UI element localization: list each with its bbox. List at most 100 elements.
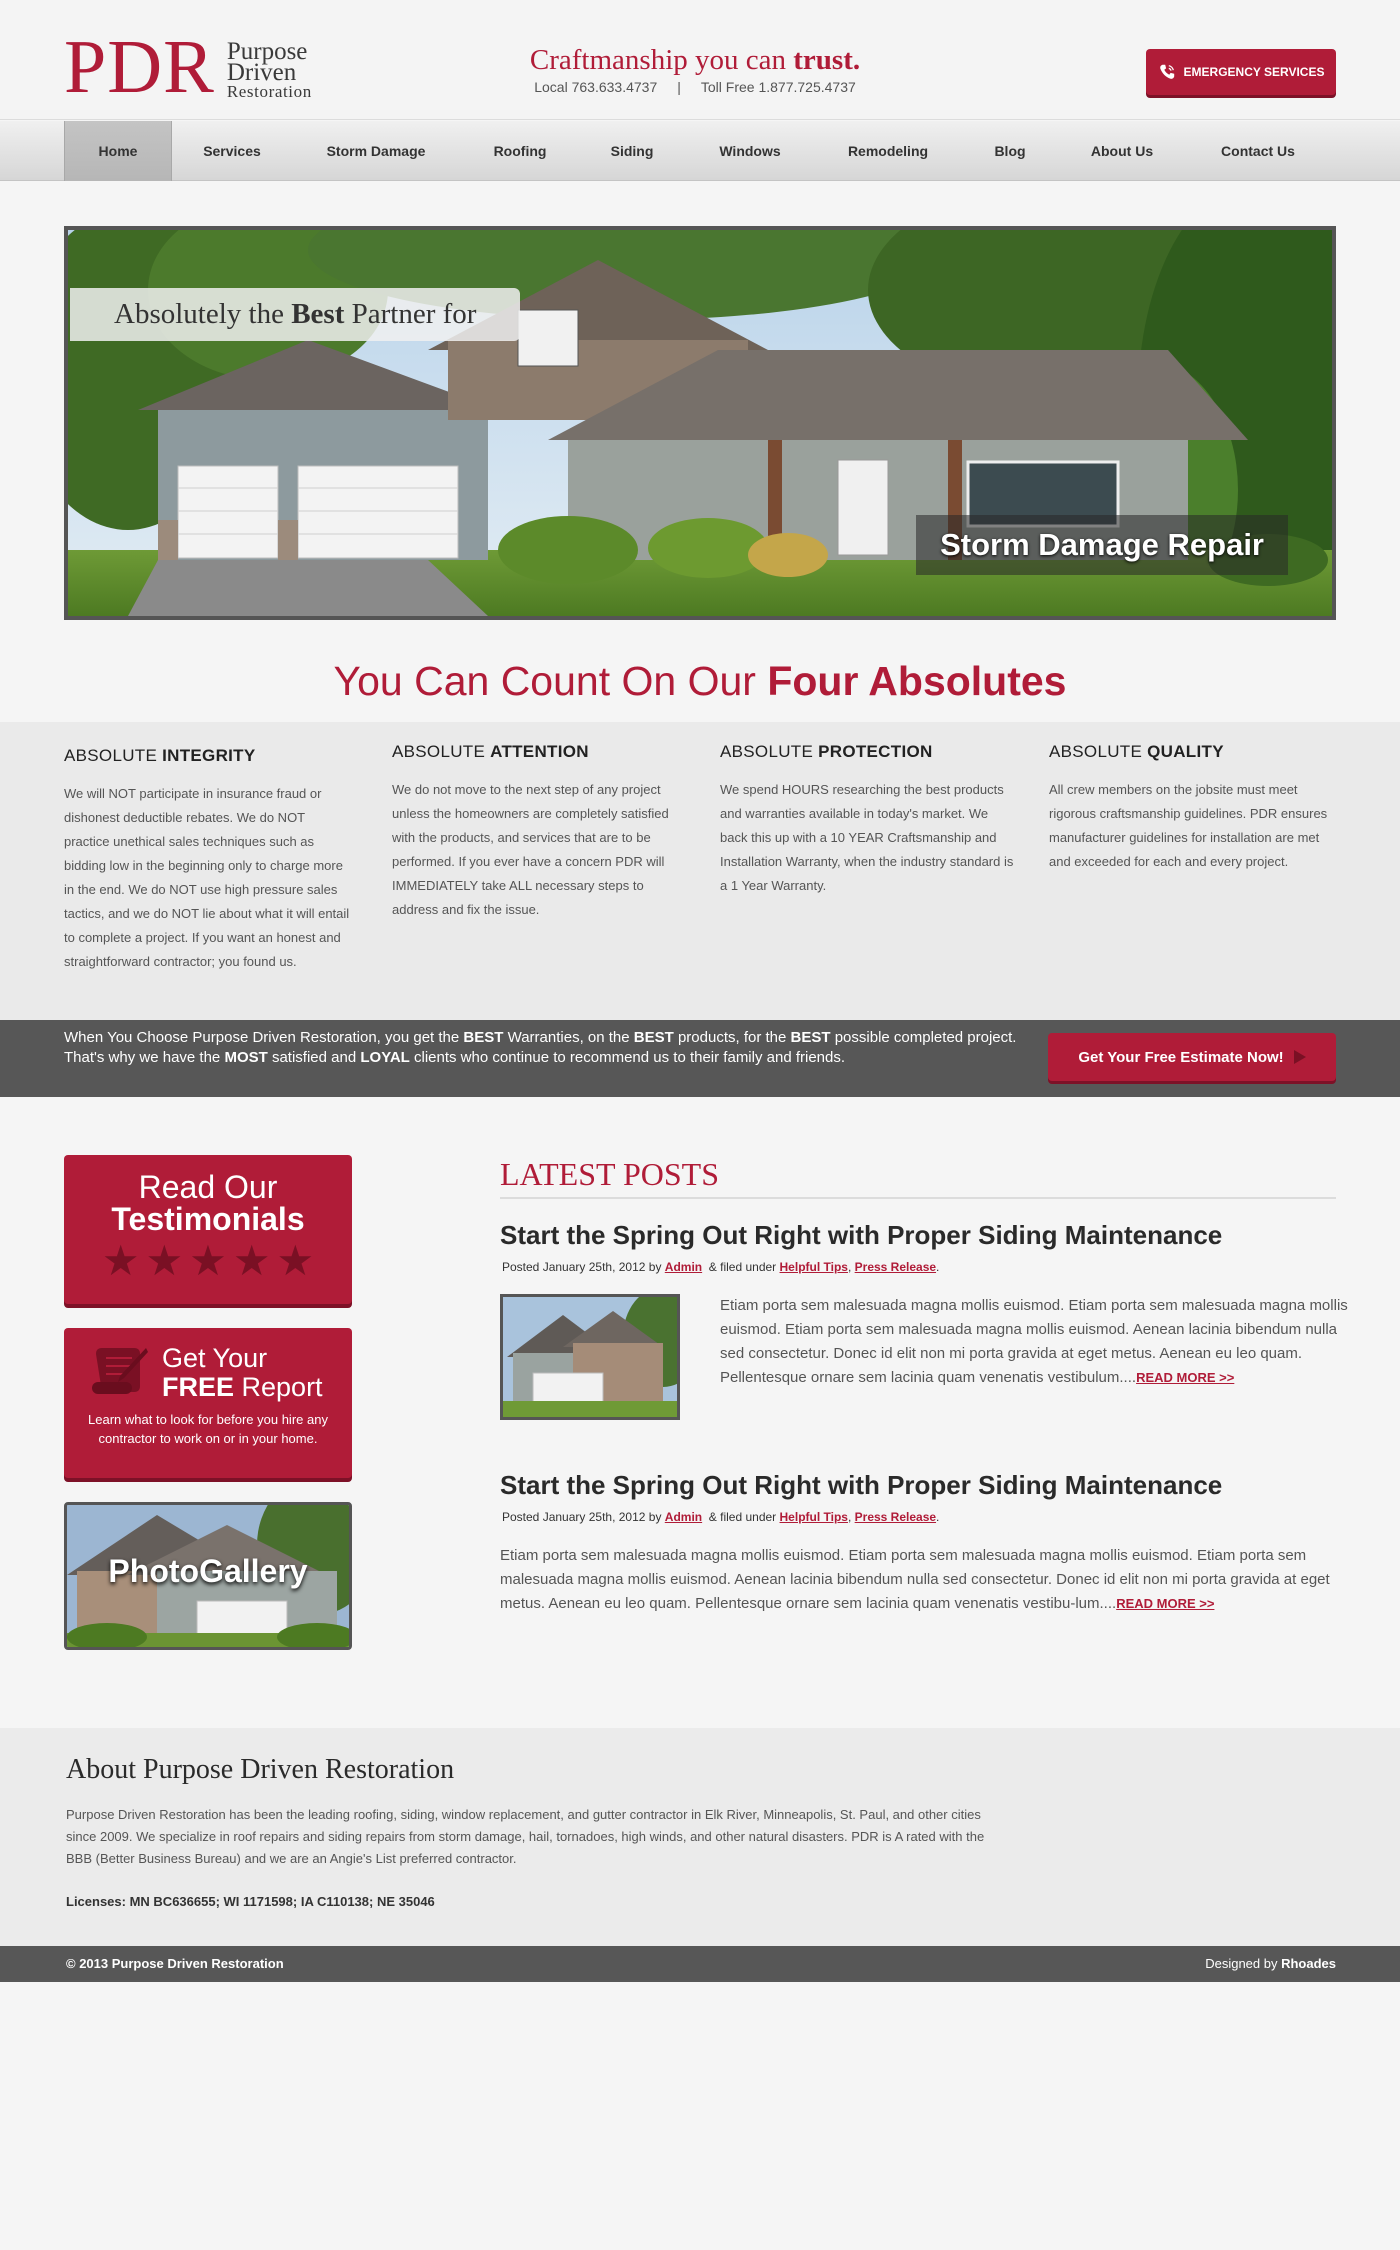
post-category-link[interactable]: Press Release (855, 1260, 936, 1274)
tagline-main: Craftmanship you can (529, 44, 794, 76)
about-section: About Purpose Driven Restoration Purpose… (0, 1728, 1400, 1946)
rating-stars: ★ ★ ★ ★ ★ (64, 1237, 352, 1284)
licenses: Licenses: MN BC636655; WI 1171598; IA C1… (66, 1894, 435, 1909)
designer-credit-pre: Designed by (1205, 1956, 1282, 1971)
report-description: Learn what to look for before you hire a… (88, 1412, 328, 1446)
about-text: Purpose Driven Restoration has been the … (66, 1807, 985, 1866)
post-title[interactable]: Start the Spring Out Right with Proper S… (500, 1470, 1222, 1501)
absolute-integrity: ABSOLUTE INTEGRITY We will NOT participa… (64, 746, 352, 974)
nav-about-us[interactable]: About Us (1070, 121, 1174, 181)
report-line1: Get Your (162, 1343, 268, 1373)
post-category-link[interactable]: Helpful Tips (780, 1260, 848, 1274)
post-excerpt: Etiam porta sem malesuada magna mollis e… (500, 1544, 1336, 1616)
star-icon: ★ (189, 1237, 227, 1284)
absolutes-section: ABSOLUTE INTEGRITY We will NOT participa… (0, 722, 1400, 1020)
absolutes-heading-emphasis: Four Absolutes (767, 658, 1067, 704)
post-meta-posted: Posted January 25th, 2012 by (502, 1260, 665, 1274)
absolute-attention: ABSOLUTE ATTENTION We do not move to the… (392, 742, 688, 922)
post-thumbnail[interactable] (500, 1294, 680, 1420)
report-line2-text: Report (234, 1372, 323, 1402)
nav-services[interactable]: Services (176, 121, 288, 181)
logo-word: Driven (226, 59, 297, 86)
free-estimate-button[interactable]: Get Your Free Estimate Now! (1048, 1033, 1336, 1081)
absolute-title-emphasis: ATTENTION (490, 742, 589, 761)
post-author-link[interactable]: Admin (665, 1510, 702, 1524)
hero-caption-pre: Absolutely the (114, 298, 292, 330)
absolute-title: ABSOLUTE QUALITY (1049, 742, 1339, 762)
post-meta-filed: & filed under (702, 1260, 780, 1274)
cta-text-part: satisfied and (267, 1049, 361, 1066)
logo-wordmark: Purpose Driven Restoration (226, 39, 357, 101)
absolutes-heading: You Can Count On Our Four Absolutes (0, 658, 1400, 705)
nav-remodeling[interactable]: Remodeling (828, 121, 948, 181)
emergency-label: EMERGENCY SERVICES (1183, 65, 1325, 79)
cta-text-emphasis: BEST (633, 1029, 674, 1046)
read-more-link[interactable]: READ MORE >> (1116, 1596, 1214, 1611)
hero-slider[interactable]: Absolutely the Best Partner for Storm Da… (64, 226, 1336, 620)
testimonials-button[interactable]: Read Our Testimonials ★ ★ ★ ★ ★ (64, 1155, 352, 1304)
absolute-title-emphasis: QUALITY (1147, 742, 1224, 761)
absolute-title: ABSOLUTE ATTENTION (392, 742, 688, 762)
post-author-link[interactable]: Admin (665, 1260, 702, 1274)
absolute-title-pre: ABSOLUTE (1049, 742, 1148, 761)
scroll-quill-icon (92, 1348, 148, 1394)
absolute-protection: ABSOLUTE PROTECTION We spend HOURS resea… (720, 742, 1016, 898)
cta-text-emphasis: BEST (463, 1029, 504, 1046)
nav-siding[interactable]: Siding (590, 121, 674, 181)
phone-tollfree[interactable]: Toll Free 1.877.725.4737 (701, 79, 856, 95)
free-report-button[interactable]: Get Your FREE Report Learn what to look … (64, 1328, 352, 1478)
logo-word: Restoration (226, 82, 312, 101)
post-meta: Posted January 25th, 2012 by Admin & fil… (502, 1260, 939, 1274)
absolute-text: We spend HOURS researching the best prod… (720, 782, 1014, 893)
post-title[interactable]: Start the Spring Out Right with Proper S… (500, 1220, 1222, 1251)
report-line2: FREE Report (162, 1372, 323, 1402)
cta-text-part: Warranties, on the (503, 1029, 634, 1046)
about-title: About Purpose Driven Restoration (66, 1754, 455, 1785)
nav-home[interactable]: Home (64, 121, 172, 181)
gallery-label: PhotoGallery (108, 1553, 308, 1589)
cta-text-part: products, for the (673, 1029, 791, 1046)
copyright: © 2013 Purpose Driven Restoration (66, 1956, 284, 1971)
post-category-link[interactable]: Press Release (855, 1510, 936, 1524)
designer-credit[interactable]: Designed by Rhoades (1205, 1956, 1336, 1971)
absolute-title-pre: ABSOLUTE (720, 742, 819, 761)
star-icon: ★ (276, 1237, 315, 1284)
star-icon: ★ (145, 1237, 184, 1284)
hero-caption-emphasis: Best (291, 298, 345, 330)
cta-text-part: clients who continue to recommend us to … (409, 1049, 846, 1066)
absolute-text: We will NOT participate in insurance fra… (64, 786, 350, 969)
phone-icon (1159, 64, 1174, 79)
absolute-text: We do not move to the next step of any p… (392, 782, 669, 917)
nav-blog[interactable]: Blog (970, 121, 1050, 181)
photo-gallery-button[interactable]: PhotoGallery (64, 1502, 352, 1650)
cta-text-part: When You Choose Purpose Driven Restorati… (64, 1029, 464, 1046)
hero-caption-post: Partner for (344, 298, 477, 330)
nav-storm-damage[interactable]: Storm Damage (304, 121, 448, 181)
arrow-right-icon (1293, 1050, 1306, 1064)
read-more-link[interactable]: READ MORE >> (1136, 1370, 1234, 1385)
nav-windows[interactable]: Windows (700, 121, 800, 181)
main-nav: Home Services Storm Damage Roofing Sidin… (0, 121, 1400, 181)
post-category-link[interactable]: Helpful Tips (780, 1510, 848, 1524)
absolutes-heading-pre: You Can Count On Our (333, 658, 768, 704)
cta-text-emphasis: BEST (790, 1029, 831, 1046)
star-icon: ★ (101, 1237, 140, 1284)
site-logo[interactable]: PDR Purpose Driven Restoration (64, 25, 357, 109)
nav-roofing[interactable]: Roofing (470, 121, 570, 181)
phone-local[interactable]: Local 763.633.4737 (534, 79, 657, 95)
latest-posts-title: LATEST POSTS (500, 1156, 1336, 1199)
phone-separator: | (677, 79, 681, 95)
tagline-text: Craftmanship you can trust. (460, 44, 930, 77)
nav-contact-us[interactable]: Contact Us (1196, 121, 1320, 181)
logo-mark: PDR (64, 25, 215, 109)
emergency-services-button[interactable]: EMERGENCY SERVICES (1146, 49, 1336, 95)
cta-text-emphasis: MOST (224, 1049, 268, 1066)
post-meta-filed: & filed under (702, 1510, 780, 1524)
post-meta-comma: , (847, 1510, 855, 1524)
site-header: PDR Purpose Driven Restoration Craftmans… (0, 0, 1400, 120)
phone-numbers: Local 763.633.4737 | Toll Free 1.877.725… (460, 79, 930, 95)
absolute-quality: ABSOLUTE QUALITY All crew members on the… (1049, 742, 1339, 874)
cta-text: When You Choose Purpose Driven Restorati… (64, 1028, 1024, 1068)
header-tagline: Craftmanship you can trust. Local 763.63… (460, 44, 930, 95)
absolute-title-emphasis: PROTECTION (818, 742, 933, 761)
